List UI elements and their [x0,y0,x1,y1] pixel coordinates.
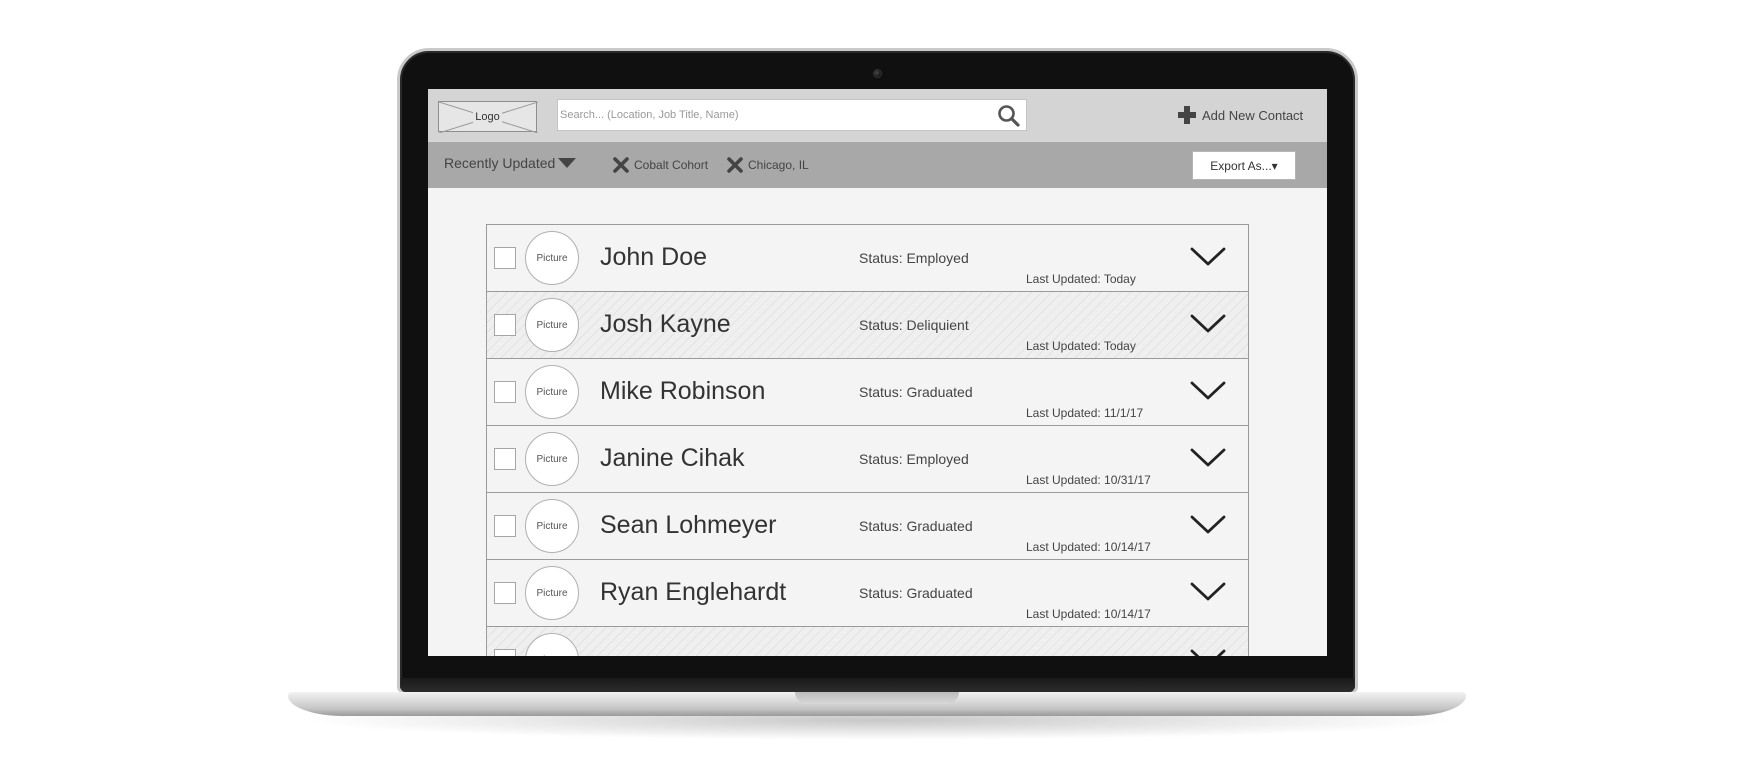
x-icon[interactable] [612,156,630,174]
app-screen: Logo Add New Contact Recently Updated [428,89,1327,656]
laptop-bezel-bottom [401,678,1354,692]
chevron-down-icon[interactable] [1188,243,1228,271]
last-updated: Last Updated: 10/14/17 [1026,540,1151,554]
avatar: Picture [525,231,579,285]
last-updated: Last Updated: Today [1026,339,1136,353]
row-checkbox[interactable] [494,515,516,537]
row-checkbox[interactable] [494,247,516,269]
avatar: Picture [525,499,579,553]
contact-row[interactable]: Picture [487,627,1248,656]
logo-label: Logo [473,110,502,123]
avatar: Picture [525,566,579,620]
chevron-down-icon[interactable] [1188,578,1228,606]
avatar: Picture [525,432,579,486]
search-input[interactable] [558,100,988,130]
chevron-down-icon[interactable] [1188,310,1228,338]
last-updated: Last Updated: 10/14/17 [1026,607,1151,621]
last-updated: Last Updated: 10/31/17 [1026,473,1151,487]
row-checkbox[interactable] [494,448,516,470]
last-updated: Last Updated: Today [1026,272,1136,286]
search-icon[interactable] [996,103,1022,129]
logo-placeholder: Logo [438,101,538,133]
avatar: Picture [525,365,579,419]
chevron-down-icon[interactable] [1188,377,1228,405]
row-checkbox[interactable] [494,582,516,604]
filter-chip-chicago[interactable]: Chicago, IL [726,156,809,174]
sort-label: Recently Updated [444,155,556,171]
x-icon[interactable] [726,156,744,174]
chevron-down-icon[interactable] [1188,511,1228,539]
contact-row[interactable]: Picture Ryan Englehardt Status: Graduate… [487,560,1248,627]
filter-chip-label: Chicago, IL [748,158,809,172]
row-checkbox[interactable] [494,381,516,403]
contact-row[interactable]: Picture Sean Lohmeyer Status: Graduated … [487,493,1248,560]
contact-name: Ryan Englehardt [600,578,787,606]
laptop-base-notch [795,692,959,704]
contact-status: Status: Employed [859,250,969,266]
filter-chip-label: Cobalt Cohort [634,158,709,172]
contact-status: Status: Graduated [859,384,973,400]
search-box [557,99,1027,131]
contact-status: Status: Deliquient [859,317,969,333]
contact-name: Janine Cihak [600,444,745,472]
top-bar: Logo Add New Contact [428,89,1327,142]
export-as-button[interactable]: Export As...▾ [1192,151,1296,180]
add-new-contact-label: Add New Contact [1202,107,1304,123]
contact-name: Mike Robinson [600,377,766,405]
contact-name: John Doe [600,243,708,271]
caret-down-icon [558,158,577,168]
chevron-down-icon[interactable] [1188,645,1228,656]
row-checkbox[interactable] [494,649,516,656]
contact-row[interactable]: Picture Mike Robinson Status: Graduated … [487,359,1248,426]
contact-list: Picture John Doe Status: Employed Last U… [486,224,1249,656]
webcam [873,69,882,78]
contact-row[interactable]: Picture Janine Cihak Status: Employed La… [487,426,1248,493]
sort-dropdown[interactable]: Recently Updated [444,155,577,171]
chevron-down-icon[interactable] [1188,444,1228,472]
row-checkbox[interactable] [494,314,516,336]
contact-row[interactable]: Picture Josh Kayne Status: Deliquient La… [487,292,1248,359]
avatar: Picture [525,633,579,656]
contact-status: Status: Employed [859,451,969,467]
last-updated: Last Updated: 11/1/17 [1026,406,1144,420]
avatar: Picture [525,298,579,352]
plus-icon [1178,106,1196,124]
add-new-contact-button[interactable]: Add New Contact [1177,103,1303,127]
contact-status: Status: Graduated [859,585,973,601]
contact-name: Josh Kayne [600,310,731,338]
filter-chip-cobalt-cohort[interactable]: Cobalt Cohort [612,156,708,174]
contact-row[interactable]: Picture John Doe Status: Employed Last U… [487,225,1248,292]
contact-name: Sean Lohmeyer [600,511,777,539]
contact-status: Status: Graduated [859,518,973,534]
